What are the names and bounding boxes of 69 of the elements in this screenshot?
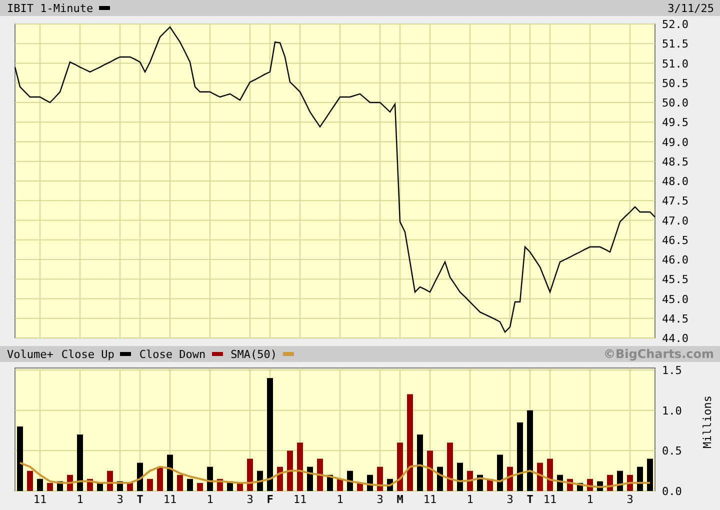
axis-label: 1 bbox=[466, 493, 474, 506]
chart-date: 3/11/25 bbox=[668, 2, 714, 14]
volume-bar bbox=[177, 474, 183, 491]
legend-title: Volume+ bbox=[7, 348, 54, 360]
volume-bar bbox=[17, 426, 23, 491]
axis-label: 1.5 bbox=[662, 364, 682, 377]
axis-label: 50.5 bbox=[662, 76, 688, 90]
axis-label: 1 bbox=[586, 493, 594, 506]
axis-label: 49.0 bbox=[662, 136, 688, 149]
volume-bar bbox=[287, 450, 293, 491]
axis-label: 49.5 bbox=[662, 116, 688, 130]
axis-label: 47.0 bbox=[662, 214, 688, 228]
volume-bar bbox=[37, 478, 43, 491]
volume-bar bbox=[417, 434, 423, 491]
volume-bar bbox=[77, 434, 83, 491]
axis-label: 11 bbox=[423, 493, 437, 506]
axis-label: 48.5 bbox=[662, 155, 688, 168]
volume-bar bbox=[157, 466, 163, 491]
axis-label: 1 bbox=[76, 493, 84, 506]
axis-label: 3 bbox=[116, 493, 124, 506]
axis-label: 11 bbox=[163, 493, 177, 506]
axis-label: 11 bbox=[33, 493, 47, 506]
volume-bar bbox=[447, 442, 453, 491]
axis-label: 45.5 bbox=[662, 273, 688, 286]
legend-label: Close Down bbox=[139, 348, 206, 360]
axis-label: T bbox=[136, 493, 144, 506]
legend-label: Close Up bbox=[61, 348, 114, 360]
axis-label: 3 bbox=[246, 493, 254, 506]
volume-bar bbox=[317, 458, 323, 491]
axis-label: 3 bbox=[506, 493, 514, 506]
axis-label: 3 bbox=[626, 493, 634, 506]
axis-label: 47.5 bbox=[662, 194, 688, 208]
volume-bar bbox=[397, 442, 403, 491]
axis-label: 11 bbox=[543, 493, 557, 506]
axis-label: 44.0 bbox=[662, 332, 688, 345]
volume-bar bbox=[547, 458, 553, 491]
axis-title: Millions bbox=[701, 396, 714, 448]
volume-bar bbox=[647, 458, 653, 491]
volume-bar bbox=[27, 470, 33, 491]
axis-label: 3 bbox=[376, 493, 384, 506]
credit-text: ©BigCharts.com bbox=[603, 347, 714, 361]
axis-label: 48.0 bbox=[662, 175, 688, 188]
volume-bar bbox=[167, 454, 173, 491]
axis-label: 1.0 bbox=[662, 404, 682, 418]
volume-bar bbox=[517, 422, 523, 491]
axis-label: 0.0 bbox=[662, 485, 682, 498]
axis-label: 45.0 bbox=[662, 292, 688, 306]
axis-label: 52.0 bbox=[662, 18, 688, 31]
legend-label: SMA(50) bbox=[230, 348, 277, 360]
volume-bar bbox=[247, 458, 253, 491]
axis-label: 44.5 bbox=[662, 312, 688, 326]
axis-label: 51.5 bbox=[662, 38, 688, 51]
axis-label: 50.0 bbox=[662, 96, 688, 110]
axis-label: 0.5 bbox=[662, 444, 682, 458]
volume-bar bbox=[147, 478, 153, 491]
volume-bar bbox=[187, 478, 193, 491]
axis-label: T bbox=[526, 493, 534, 506]
axis-label: 1 bbox=[206, 493, 214, 506]
axis-label: 1 bbox=[336, 493, 344, 506]
volume-bar bbox=[297, 442, 303, 491]
axis-label: 46.5 bbox=[662, 234, 688, 247]
volume-bar bbox=[427, 450, 433, 491]
chart-title: IBIT 1-Minute bbox=[7, 2, 94, 14]
axis-label: M bbox=[396, 493, 404, 506]
volume-bar bbox=[497, 454, 503, 491]
axis-label: 46.0 bbox=[662, 254, 688, 266]
axis-label: 51.0 bbox=[662, 57, 688, 70]
axis-label: 11 bbox=[293, 493, 307, 506]
axis-label: F bbox=[266, 493, 274, 506]
